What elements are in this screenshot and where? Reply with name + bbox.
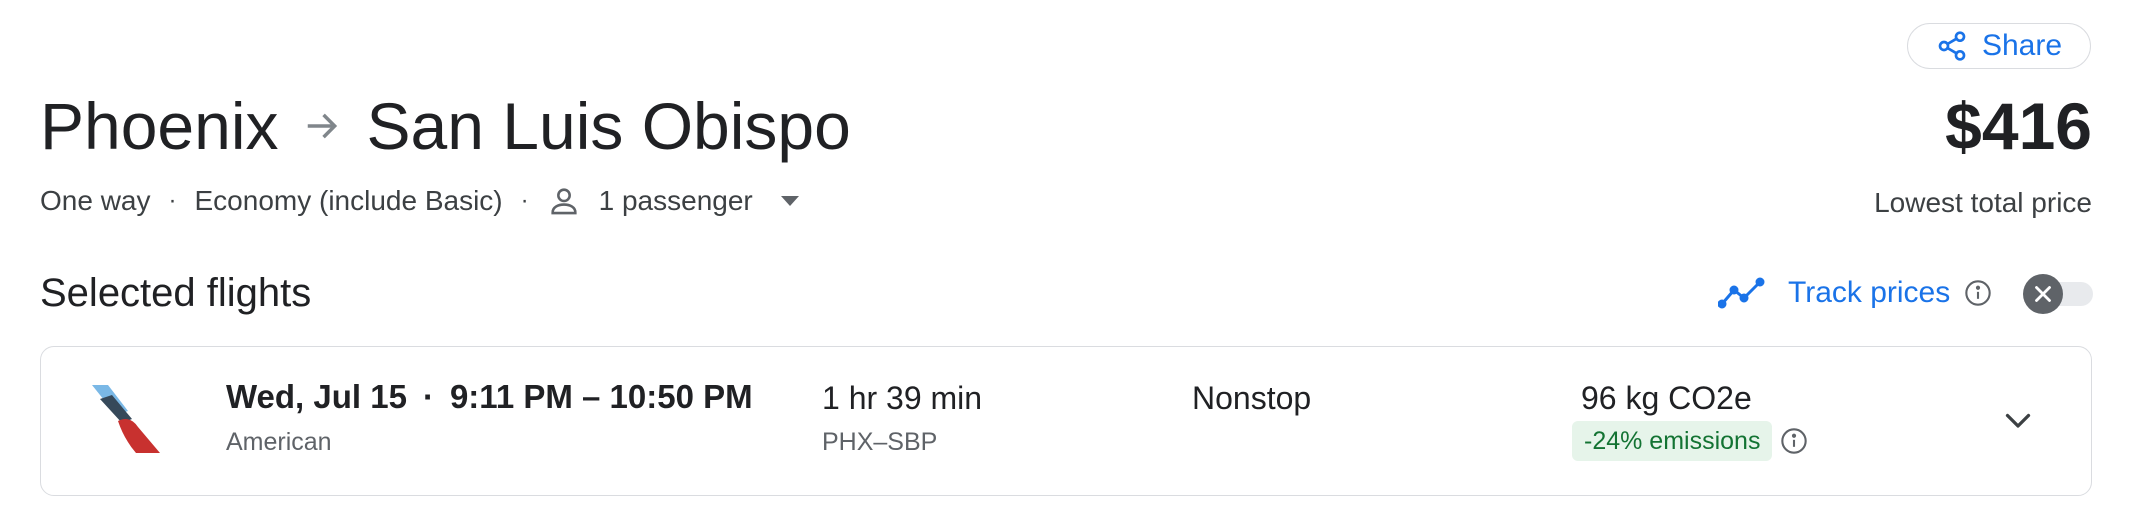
info-icon[interactable]: [1964, 279, 1992, 307]
departure-info: Wed, Jul 15 · 9:11 PM – 10:50 PM: [226, 378, 753, 416]
separator: ·: [520, 187, 529, 214]
route-title: Phoenix San Luis Obispo: [40, 86, 851, 166]
section-title: Selected flights: [40, 271, 312, 315]
chevron-down-icon[interactable]: [1998, 400, 2038, 440]
trip-type[interactable]: One way: [40, 185, 151, 217]
close-icon: [2023, 274, 2063, 314]
emissions-badge: -24% emissions: [1572, 421, 1773, 461]
caret-down-icon: [780, 196, 799, 206]
trend-icon: [1717, 276, 1766, 310]
flight-route: PHX–SBP: [822, 428, 938, 456]
track-prices-label: Track prices: [1788, 276, 1951, 309]
origin-city: Phoenix: [40, 89, 279, 163]
airline-name: American: [226, 428, 332, 456]
passenger-count: 1 passenger: [598, 185, 753, 216]
flight-card[interactable]: [40, 346, 2092, 496]
share-label: Share: [1981, 29, 2063, 62]
price: $416: [1945, 89, 2092, 163]
share-icon: [1936, 30, 1968, 62]
person-icon: [547, 184, 581, 218]
flight-date: Wed, Jul 15: [226, 378, 407, 415]
separator: ·: [422, 378, 434, 415]
track-prices[interactable]: Track prices: [1717, 276, 1992, 310]
passenger-selector[interactable]: 1 passenger: [547, 184, 799, 218]
track-prices-toggle[interactable]: [2023, 274, 2095, 314]
flight-emissions: 96 kg CO2e: [1581, 380, 1752, 416]
separator: ·: [168, 187, 177, 214]
cabin-class[interactable]: Economy (include Basic): [195, 185, 503, 217]
price-label: Lowest total price: [1874, 187, 2092, 218]
destination-city: San Luis Obispo: [366, 89, 851, 163]
arrow-right-icon: [303, 107, 341, 145]
info-icon[interactable]: [1780, 427, 1808, 455]
flight-stops: Nonstop: [1192, 380, 1312, 416]
share-button[interactable]: Share: [1907, 23, 2091, 69]
american-airlines-logo: [88, 381, 164, 457]
flight-times: 9:11 PM – 10:50 PM: [449, 378, 753, 415]
trip-options: One way · Economy (include Basic) · 1 pa…: [40, 184, 799, 218]
flight-duration: 1 hr 39 min: [822, 380, 983, 416]
